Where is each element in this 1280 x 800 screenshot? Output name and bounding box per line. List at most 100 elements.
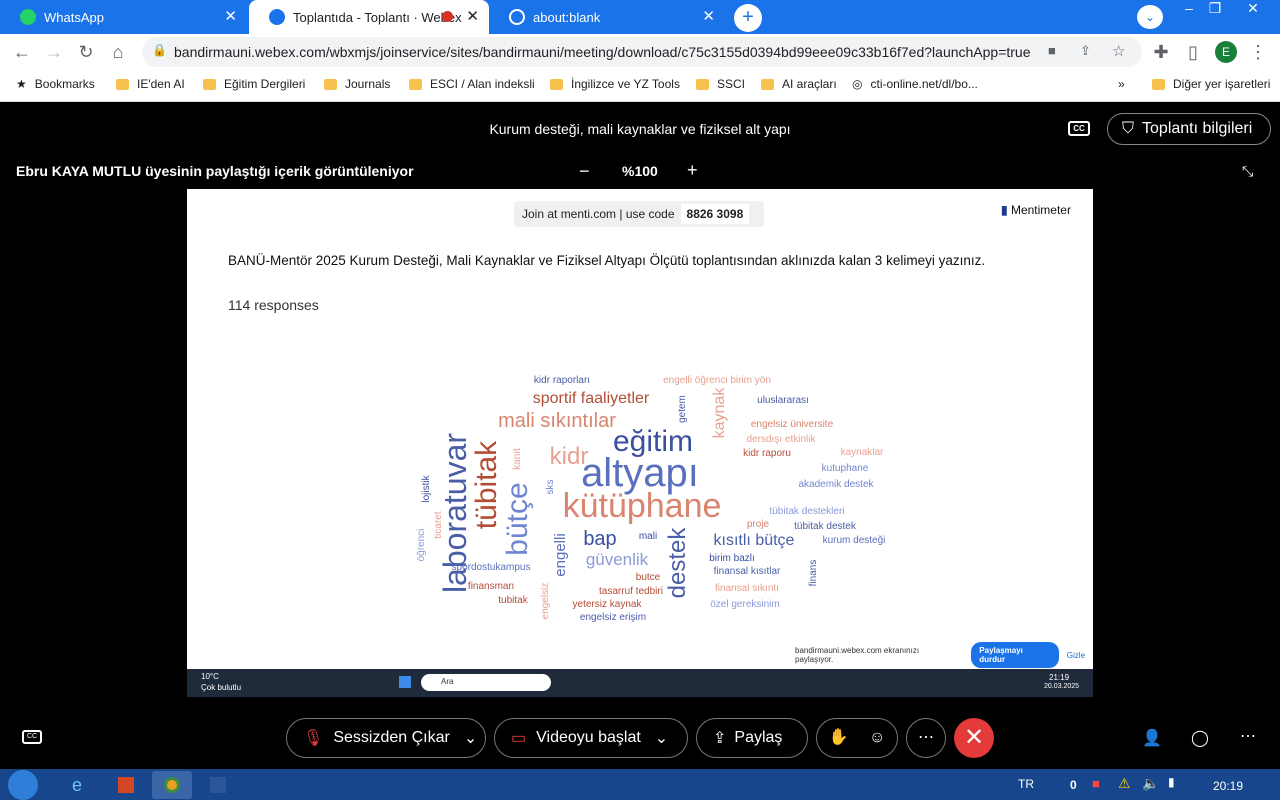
tray-app-icon[interactable]: ■ [1092, 776, 1100, 791]
tab-title: WhatsApp [44, 9, 104, 25]
share-icon[interactable]: ⇪ [1080, 43, 1091, 59]
menu-icon[interactable]: ⋮ [1246, 40, 1270, 64]
side-panel-icon[interactable]: ▯ [1181, 40, 1205, 64]
volume-icon[interactable]: 🔈 [1142, 775, 1159, 792]
bookmark-journals[interactable]: Journals [324, 77, 390, 91]
hide-button[interactable]: Gizle [1067, 651, 1085, 660]
whatsapp-icon [20, 9, 36, 25]
meeting-info-button[interactable]: ⛉ Toplantı bilgileri [1107, 113, 1271, 145]
more-bookmarks-icon[interactable]: » [1118, 77, 1125, 91]
tab-whatsapp[interactable]: WhatsApp ✕ [0, 0, 247, 34]
word-cloud-word: mali sıkıntılar [498, 410, 616, 432]
network-icon[interactable]: ▮ [1168, 775, 1175, 789]
participants-icon[interactable]: 👤 [1142, 728, 1162, 748]
word-cloud-word: yetersiz kaynak [573, 599, 643, 610]
stop-share-button[interactable]: Paylaşmayı durdur [971, 642, 1059, 668]
camera-icon[interactable]: ■ [1048, 43, 1056, 58]
zoom-level: %100 [622, 163, 658, 179]
powerpoint-icon[interactable] [106, 771, 146, 799]
chrome-icon[interactable] [152, 771, 192, 799]
word-cloud-word: bap [583, 528, 616, 550]
reactions-group[interactable]: ✋ ☺ [816, 718, 898, 758]
closed-captions-icon[interactable]: CC [1068, 121, 1090, 136]
word-cloud-word: kidr [550, 443, 589, 470]
close-icon[interactable]: ✕ [224, 9, 237, 25]
tab-search-button[interactable]: ⌄ [1137, 5, 1163, 29]
reaction-icon[interactable]: ☺ [869, 729, 885, 746]
shield-icon: ⛉ [1122, 120, 1135, 137]
close-icon[interactable]: ✕ [466, 9, 479, 25]
word-cloud-word: tübitak destekleri [769, 506, 844, 517]
word-cloud-word: finansman [468, 581, 514, 592]
bookmark-ssci[interactable]: SSCI [696, 77, 745, 91]
word-icon[interactable] [198, 771, 238, 799]
recording-icon [442, 11, 453, 22]
word-cloud-word: kaynak [711, 387, 728, 439]
bookmark-other[interactable]: Diğer yer işaretleri [1152, 77, 1270, 91]
tab-about-blank[interactable]: about:blank ✕ [489, 0, 725, 34]
webex-icon [269, 9, 285, 25]
zoom-in-button[interactable]: + [687, 160, 698, 181]
collapse-icon[interactable]: ⤡ [1242, 163, 1253, 180]
extensions-icon[interactable]: ✚ [1149, 40, 1173, 64]
word-cloud-word: kidr raporu [743, 448, 791, 459]
sharing-label: Ebru KAYA MUTLU üyesinin paylaştığı içer… [16, 163, 414, 179]
word-cloud-word: sks [545, 480, 556, 495]
leave-meeting-button[interactable]: ✕ [954, 718, 994, 758]
maximize-button[interactable]: ❐ [1202, 0, 1228, 20]
bookmark-cti[interactable]: ◎ cti-online.net/dl/bo... [852, 77, 978, 91]
raise-hand-icon[interactable]: ✋ [829, 729, 849, 746]
forward-button[interactable]: → [42, 40, 66, 64]
home-button[interactable]: ⌂ [106, 40, 130, 64]
bookmark-label: Journals [345, 77, 391, 91]
folder-icon [761, 78, 774, 90]
folder-icon [324, 78, 337, 90]
more-options-icon[interactable]: ⋯ [906, 718, 946, 758]
bookmark-bookmarks[interactable]: ★ Bookmarks [16, 77, 95, 91]
chevron-down-icon: ⌄ [463, 730, 478, 747]
remote-taskbar: 10°C Çok bulutlu Ara 21:19 20.03.2025 [187, 669, 1093, 697]
close-icon[interactable]: ✕ [702, 9, 715, 25]
clock[interactable]: 20:19 [1213, 779, 1243, 793]
chevron-down-icon: ⌄ [654, 730, 669, 747]
share-notice-bar: bandirmauni.webex.com ekranınızı paylaşı… [785, 642, 1085, 668]
bookmark-ie-den-ai[interactable]: IE'den AI [116, 77, 185, 91]
folder-icon [550, 78, 563, 90]
tab-webex[interactable]: Toplantıda - Toplantı · Webex ✕ [249, 0, 489, 34]
word-cloud-word: tübitak [470, 440, 503, 529]
minimize-button[interactable]: – [1176, 0, 1202, 20]
word-cloud-word: kısıtlı bütçe [714, 532, 795, 549]
chat-icon[interactable]: ◯ [1191, 728, 1209, 748]
profile-avatar[interactable]: E [1215, 41, 1237, 63]
language-indicator[interactable]: TR [1018, 777, 1034, 791]
bookmark-ingilizce[interactable]: İngilizce ve YZ Tools [550, 77, 680, 91]
folder-icon [203, 78, 216, 90]
weather-desc: Çok bulutlu [201, 683, 242, 692]
captions-icon[interactable]: CC [22, 730, 42, 744]
word-cloud-word: tubitak [498, 595, 528, 606]
back-button[interactable]: ← [10, 40, 34, 64]
unmute-button[interactable]: 🎙 Sessizden Çıkar ⌄ [286, 718, 486, 758]
ie-icon[interactable]: e [60, 771, 100, 799]
zoom-out-button[interactable]: − [579, 161, 590, 182]
folder-icon [409, 78, 422, 90]
bookmark-egitim-dergileri[interactable]: Eğitim Dergileri [203, 77, 305, 91]
window-close-button[interactable]: ✕ [1240, 0, 1266, 20]
share-button[interactable]: ⇪ Paylaş [696, 718, 808, 758]
word-cloud-word: finans [808, 560, 819, 587]
start-video-button[interactable]: ▭ Videoyu başlat ⌄ [494, 718, 688, 758]
bookmark-esci[interactable]: ESCI / Alan indeksli [409, 77, 535, 91]
share-label: Paylaş [734, 729, 783, 746]
address-bar[interactable]: 🔒 bandirmauni.webex.com/wbxmjs/joinservi… [142, 37, 1142, 67]
star-icon: ★ [16, 77, 27, 91]
more-icon[interactable]: ⋯ [1240, 726, 1256, 746]
star-icon[interactable]: ☆ [1112, 42, 1125, 60]
new-tab-button[interactable]: + [734, 4, 762, 32]
lock-icon: 🔒 [152, 43, 167, 57]
reload-button[interactable]: ↻ [74, 40, 98, 64]
weather-temp: 10°C [201, 672, 219, 681]
start-button[interactable] [8, 770, 38, 800]
warning-icon[interactable]: ⚠ [1118, 775, 1131, 792]
bookmark-ai-araclari[interactable]: AI araçları [761, 77, 837, 91]
bookmark-label: Eğitim Dergileri [224, 77, 306, 91]
